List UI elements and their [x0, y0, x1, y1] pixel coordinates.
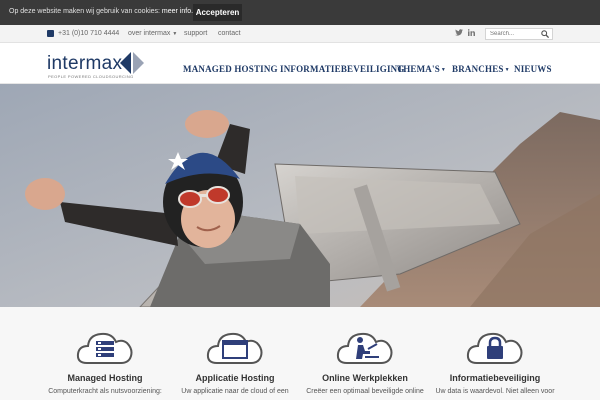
about-intermax-link[interactable]: over intermax ▼ — [128, 30, 177, 37]
nav-themas-label: THEMA'S — [397, 64, 440, 74]
phone-number-text: +31 (0)10 710 4444 — [58, 30, 120, 37]
hero-banner — [0, 84, 600, 307]
phone-icon — [47, 30, 54, 37]
cookie-notice-text: Op deze website maken wij gebruik van co… — [9, 8, 160, 15]
feature-title: Managed Hosting — [67, 373, 143, 383]
nav-managed-hosting[interactable]: MANAGED HOSTING — [183, 64, 278, 74]
cookie-more-info-link[interactable]: meer info. — [162, 8, 193, 15]
nav-themas[interactable]: THEMA'S▼ — [397, 64, 446, 74]
logo-wordmark: intermax — [47, 53, 123, 74]
intermax-logo[interactable]: intermax PEOPLE POWERED CLOUDSOURCING — [47, 51, 157, 79]
search-icon[interactable] — [541, 30, 549, 38]
feature-title: Online Werkplekken — [322, 373, 408, 383]
chevron-down-icon: ▼ — [440, 68, 447, 73]
about-intermax-label: over intermax — [128, 30, 171, 37]
browser-window-icon — [206, 332, 263, 364]
cookie-accept-button[interactable]: Accepteren — [193, 4, 242, 21]
nav-branches[interactable]: BRANCHES▼ — [452, 64, 510, 74]
feature-title: Applicatie Hosting — [195, 373, 275, 383]
feature-title: Informatiebeveiliging — [449, 373, 541, 383]
feature-description: Creëer een optimaal beveiligde online — [306, 388, 424, 395]
features-section: Managed Hosting Computerkracht als nutsv… — [0, 307, 600, 400]
logo-tagline: PEOPLE POWERED CLOUDSOURCING — [48, 74, 134, 79]
cookie-notice: Op deze website maken wij gebruik van co… — [9, 8, 193, 15]
person-at-desk-icon — [336, 332, 393, 364]
feature-description: Uw applicatie naar de cloud of een — [181, 388, 289, 395]
cookie-bar: Op deze website maken wij gebruik van co… — [0, 0, 600, 25]
nav-nieuws[interactable]: NIEUWS — [514, 64, 552, 74]
phone-number[interactable]: +31 (0)10 710 4444 — [47, 30, 119, 37]
feature-description: Uw data is waardevol. Niet alleen voor — [435, 388, 555, 395]
contact-link[interactable]: contact — [218, 30, 241, 37]
padlock-icon — [466, 332, 523, 364]
nav-branches-label: BRANCHES — [452, 64, 504, 74]
feature-description: Computerkracht als nutsvoorziening: — [48, 388, 162, 395]
chevron-down-icon: ▼ — [172, 31, 178, 37]
nav-informatiebeveiliging[interactable]: INFORMATIEBEVEILIGING — [280, 64, 405, 74]
support-link[interactable]: support — [184, 30, 207, 37]
chevron-down-icon: ▼ — [504, 68, 510, 73]
twitter-icon[interactable] — [455, 29, 463, 38]
linkedin-icon[interactable] — [467, 29, 475, 38]
logo-chevron-icon — [120, 52, 144, 74]
hero-image — [0, 84, 600, 307]
server-icon — [76, 332, 133, 364]
